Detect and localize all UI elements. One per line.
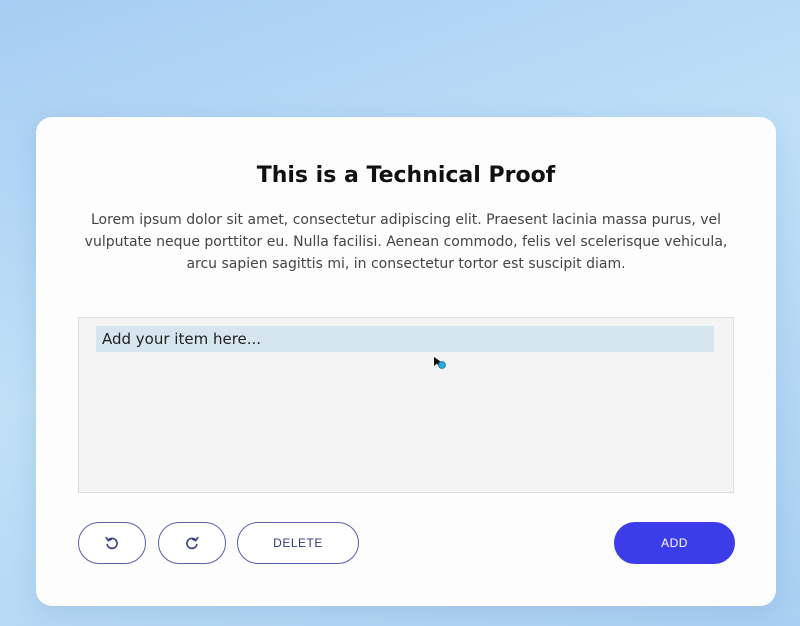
delete-button-label: DELETE xyxy=(273,536,323,550)
redo-button[interactable] xyxy=(158,522,226,564)
undo-button[interactable] xyxy=(78,522,146,564)
description-text: Lorem ipsum dolor sit amet, consectetur … xyxy=(84,212,728,272)
main-card: This is a Technical Proof Lorem ipsum do… xyxy=(36,117,776,606)
item-list-area xyxy=(78,317,734,493)
redo-icon xyxy=(186,536,199,550)
add-button-label: ADD xyxy=(661,536,688,550)
add-item-input[interactable] xyxy=(96,326,714,352)
page-title: This is a Technical Proof xyxy=(256,163,556,188)
add-button[interactable]: ADD xyxy=(614,522,735,564)
delete-button[interactable]: DELETE xyxy=(237,522,359,564)
mouse-cursor-icon xyxy=(434,357,446,369)
undo-icon xyxy=(105,536,118,550)
